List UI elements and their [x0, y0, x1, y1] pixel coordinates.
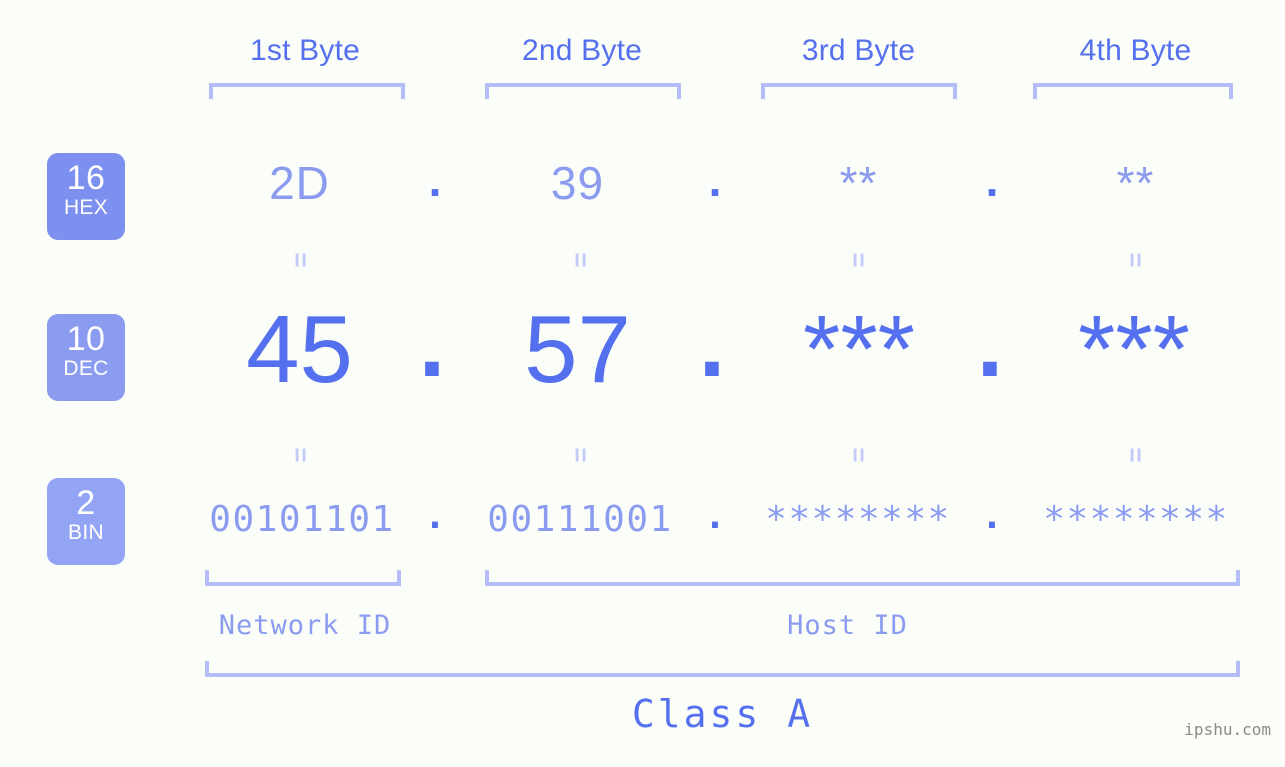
equals-mark-1-4: = — [1121, 252, 1151, 268]
dec-byte-3: *** — [802, 296, 916, 403]
dec-byte-1: 45 — [246, 296, 353, 403]
byte-bracket-3 — [761, 83, 957, 99]
host-id-bracket — [485, 570, 1240, 586]
radix-badge-hex: 16 HEX — [47, 153, 125, 240]
radix-badge-bin-name: BIN — [68, 521, 104, 544]
host-id-label: Host ID — [787, 610, 908, 641]
bin-byte-1: 00101101 — [209, 499, 395, 540]
byte-bracket-2 — [485, 83, 681, 99]
radix-badge-hex-name: HEX — [63, 196, 109, 219]
hex-byte-4: ** — [1116, 157, 1155, 209]
dec-separator-1: . — [418, 290, 446, 397]
hex-byte-2: 39 — [550, 157, 605, 209]
byte-bracket-4 — [1033, 83, 1233, 99]
class-label: Class A — [631, 692, 814, 736]
equals-mark-1-2: = — [566, 252, 596, 268]
byte-header-4: 4th Byte — [1079, 34, 1192, 67]
dec-byte-2: 57 — [524, 296, 631, 403]
byte-header-1: 1st Byte — [250, 34, 360, 67]
radix-badge-dec-name: DEC — [63, 357, 109, 380]
bin-byte-4: ******** — [1043, 499, 1229, 540]
equals-mark-2-4: = — [1121, 447, 1151, 463]
equals-mark-1-3: = — [844, 252, 874, 268]
network-id-bracket — [205, 570, 401, 586]
hex-byte-3: ** — [839, 157, 878, 209]
equals-mark-2-3: = — [844, 447, 874, 463]
dec-separator-2: . — [698, 290, 726, 397]
equals-mark-2-2: = — [566, 447, 596, 463]
hex-separator-1: . — [428, 154, 442, 206]
byte-bracket-1 — [209, 83, 405, 99]
bin-separator-2: . — [704, 496, 726, 537]
dec-byte-4: *** — [1077, 296, 1191, 403]
hex-separator-3: . — [985, 154, 999, 206]
hex-byte-1: 2D — [269, 157, 330, 209]
radix-badge-bin: 2 BIN — [47, 478, 125, 565]
byte-header-3: 3rd Byte — [801, 34, 916, 67]
radix-badge-hex-number: 16 — [66, 159, 106, 197]
equals-mark-2-1: = — [286, 447, 316, 463]
radix-badge-dec: 10 DEC — [47, 314, 125, 401]
bin-byte-3: ******** — [765, 499, 951, 540]
byte-header-2: 2nd Byte — [521, 34, 643, 67]
bin-separator-1: . — [424, 496, 446, 537]
dec-separator-3: . — [976, 290, 1004, 397]
watermark: ipshu.com — [1184, 720, 1271, 739]
hex-separator-2: . — [708, 154, 722, 206]
equals-mark-1-1: = — [286, 252, 316, 268]
ip-breakdown-diagram: 1st Byte 2nd Byte 3rd Byte 4th Byte 16 H… — [0, 0, 1285, 767]
class-bracket — [205, 661, 1240, 677]
bin-separator-3: . — [981, 496, 1003, 537]
radix-badge-bin-number: 2 — [76, 484, 96, 522]
radix-badge-dec-number: 10 — [66, 320, 106, 358]
network-id-label: Network ID — [218, 610, 392, 641]
bin-byte-2: 00111001 — [487, 499, 673, 540]
